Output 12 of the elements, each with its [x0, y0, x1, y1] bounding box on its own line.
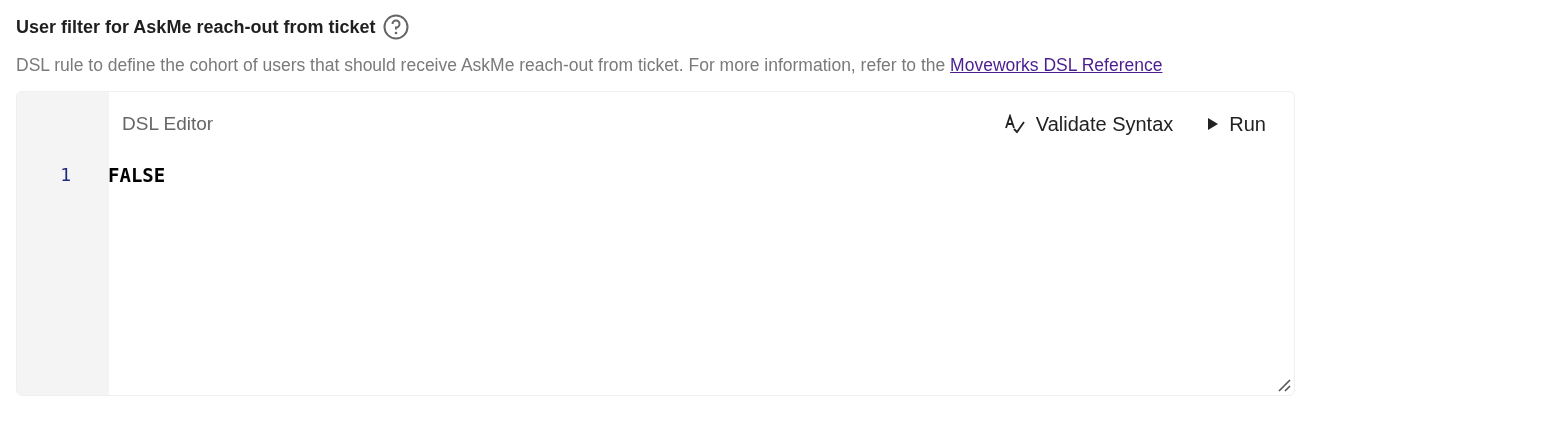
help-icon[interactable]: [383, 14, 410, 40]
field-description: DSL rule to define the cohort of users that should receive AskMe reach-out from ticket. For more information, refer to the Moveworks DSL Reference: [16, 54, 1164, 77]
line-number: 1: [59, 164, 72, 187]
play-icon: [1207, 117, 1220, 131]
code-line[interactable]: FALSE: [108, 164, 1294, 190]
reference-link[interactable]: Moveworks DSL Reference: [950, 55, 1163, 75]
editor-title: DSL Editor: [122, 113, 214, 135]
field-label: User filter for AskMe reach-out from ticket: [16, 16, 376, 38]
run-button[interactable]: Run: [1207, 112, 1266, 136]
validate-button[interactable]: Validate Syntax: [1003, 112, 1174, 136]
resize-handle-icon[interactable]: [1277, 378, 1291, 392]
spellcheck-icon: [1003, 114, 1026, 134]
